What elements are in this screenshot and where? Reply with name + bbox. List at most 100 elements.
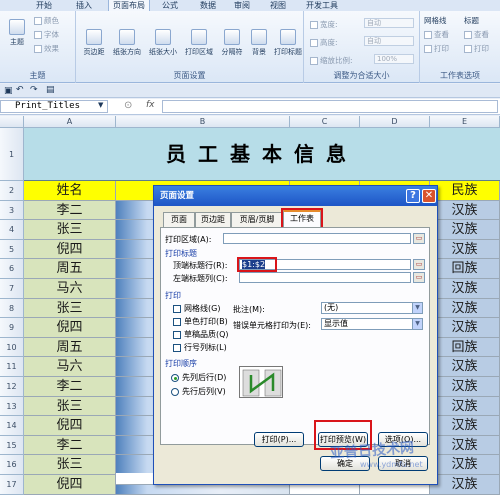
- cols-to-repeat-input[interactable]: [239, 272, 411, 283]
- ethnic-cell[interactable]: 回族: [430, 337, 500, 358]
- ethnic-cell[interactable]: 汉族: [430, 435, 500, 456]
- name-cell[interactable]: 张三: [24, 298, 116, 319]
- column-header-e[interactable]: E: [430, 116, 500, 128]
- row-header[interactable]: 3: [0, 200, 24, 221]
- row-header[interactable]: 6: [0, 259, 24, 279]
- themes-button[interactable]: 主题: [4, 19, 30, 47]
- tab-header-footer[interactable]: 页眉/页脚: [231, 212, 283, 227]
- orientation-button[interactable]: 纸张方向: [110, 29, 144, 57]
- name-cell[interactable]: 周五: [24, 337, 116, 358]
- save-icon[interactable]: ▣: [4, 86, 13, 96]
- undo-icon[interactable]: ↶: [16, 85, 24, 95]
- tab-review[interactable]: 审阅: [234, 0, 250, 11]
- ethnic-cell[interactable]: 汉族: [430, 396, 500, 417]
- ethnic-cell[interactable]: 汉族: [430, 357, 500, 377]
- row-header[interactable]: 16: [0, 455, 24, 475]
- name-cell[interactable]: 张三: [24, 220, 116, 240]
- down-then-over-radio[interactable]: 先列后行(D): [171, 372, 226, 383]
- tab-home[interactable]: 开始: [36, 0, 52, 11]
- height-dropdown[interactable]: 自动: [364, 36, 414, 46]
- ethnic-cell[interactable]: 汉族: [430, 279, 500, 299]
- black-white-checkbox[interactable]: 单色打印(B): [173, 316, 228, 327]
- name-cell[interactable]: 倪四: [24, 318, 116, 338]
- colors-button[interactable]: 颜色: [34, 15, 59, 26]
- name-cell[interactable]: 张三: [24, 396, 116, 417]
- print-area-input[interactable]: [223, 233, 411, 244]
- width-dropdown[interactable]: 自动: [364, 18, 414, 28]
- close-button[interactable]: ✕: [422, 189, 436, 203]
- ethnic-cell[interactable]: 汉族: [430, 220, 500, 240]
- select-all-corner[interactable]: [0, 116, 24, 128]
- name-cell[interactable]: 倪四: [24, 239, 116, 260]
- print-area-collapse-icon[interactable]: ▭: [413, 233, 425, 244]
- size-button[interactable]: 纸张大小: [146, 29, 180, 57]
- formula-input[interactable]: [162, 100, 498, 113]
- row-header[interactable]: 12: [0, 377, 24, 397]
- ethnic-cell[interactable]: 汉族: [430, 239, 500, 260]
- gridlines-view-check[interactable]: 查看: [424, 29, 449, 40]
- tab-developer[interactable]: 开发工具: [306, 0, 338, 11]
- row-header[interactable]: 15: [0, 435, 24, 456]
- ethnic-cell[interactable]: 汉族: [430, 298, 500, 319]
- column-header-a[interactable]: A: [24, 116, 116, 128]
- print-preview-icon[interactable]: ▤: [46, 85, 55, 95]
- name-cell[interactable]: 马六: [24, 279, 116, 299]
- ethnic-cell[interactable]: 汉族: [430, 377, 500, 397]
- draft-quality-checkbox[interactable]: 草稿品质(Q): [173, 329, 229, 340]
- help-button[interactable]: ?: [406, 189, 420, 203]
- tab-margins[interactable]: 页边距: [195, 212, 231, 227]
- gridlines-checkbox[interactable]: 网格线(G): [173, 303, 220, 314]
- margins-button[interactable]: 页边距: [80, 29, 108, 57]
- headings-print-check[interactable]: 打印: [464, 43, 489, 54]
- name-cell[interactable]: 倪四: [24, 416, 116, 436]
- column-header-d[interactable]: D: [360, 116, 430, 128]
- header-ethnic-cell[interactable]: 民族: [430, 181, 500, 201]
- row-header[interactable]: 11: [0, 357, 24, 377]
- scale-spinner[interactable]: 100%: [374, 54, 414, 64]
- name-cell[interactable]: 李二: [24, 435, 116, 456]
- ethnic-cell[interactable]: 汉族: [430, 200, 500, 221]
- row-col-headings-checkbox[interactable]: 行号列标(L): [173, 342, 227, 353]
- row-header[interactable]: 8: [0, 298, 24, 319]
- tab-formulas[interactable]: 公式: [162, 0, 178, 11]
- row-header[interactable]: 7: [0, 279, 24, 299]
- print-area-button[interactable]: 打印区域: [182, 29, 216, 57]
- background-button[interactable]: 背景: [248, 29, 270, 57]
- name-cell[interactable]: 李二: [24, 200, 116, 221]
- function-wizard-icon[interactable]: ⊙: [124, 100, 132, 111]
- column-header-c[interactable]: C: [290, 116, 360, 128]
- rows-to-repeat-collapse-icon[interactable]: ▭: [413, 259, 425, 270]
- ethnic-cell[interactable]: 汉族: [430, 416, 500, 436]
- effects-button[interactable]: 效果: [34, 43, 59, 54]
- tab-view[interactable]: 视图: [270, 0, 286, 11]
- over-then-down-radio[interactable]: 先行后列(V): [171, 386, 226, 397]
- column-header-b[interactable]: B: [116, 116, 290, 128]
- sheet-title-cell[interactable]: 员工基本信息: [24, 128, 500, 181]
- errors-select[interactable]: 显示值 ▼: [321, 318, 423, 330]
- ethnic-cell[interactable]: 汉族: [430, 455, 500, 475]
- tab-page[interactable]: 页面: [163, 212, 195, 227]
- breaks-button[interactable]: 分隔符: [218, 29, 246, 57]
- print-titles-button[interactable]: 打印标题: [272, 29, 304, 57]
- row-header[interactable]: 9: [0, 318, 24, 338]
- name-cell[interactable]: 张三: [24, 455, 116, 475]
- cols-to-repeat-collapse-icon[interactable]: ▭: [413, 272, 425, 283]
- name-cell[interactable]: 周五: [24, 259, 116, 279]
- gridlines-print-check[interactable]: 打印: [424, 43, 449, 54]
- ethnic-cell[interactable]: 汉族: [430, 318, 500, 338]
- ethnic-cell[interactable]: 回族: [430, 259, 500, 279]
- row-header[interactable]: 14: [0, 416, 24, 436]
- tab-page-layout[interactable]: 页面布局: [108, 0, 150, 11]
- name-cell[interactable]: 李二: [24, 377, 116, 397]
- comments-select[interactable]: (无) ▼: [321, 302, 423, 314]
- fonts-button[interactable]: 字体: [34, 29, 59, 40]
- row-header[interactable]: 10: [0, 337, 24, 358]
- insert-function-button[interactable]: fx: [146, 100, 155, 110]
- name-box[interactable]: Print_Titles: [0, 100, 108, 113]
- redo-icon[interactable]: ↷: [30, 85, 38, 95]
- name-box-dropdown-icon[interactable]: ▼: [98, 101, 103, 109]
- print-button[interactable]: 打印(P)...: [254, 432, 304, 447]
- row-header[interactable]: 13: [0, 396, 24, 417]
- row-header[interactable]: 1: [0, 128, 24, 181]
- headings-view-check[interactable]: 查看: [464, 29, 489, 40]
